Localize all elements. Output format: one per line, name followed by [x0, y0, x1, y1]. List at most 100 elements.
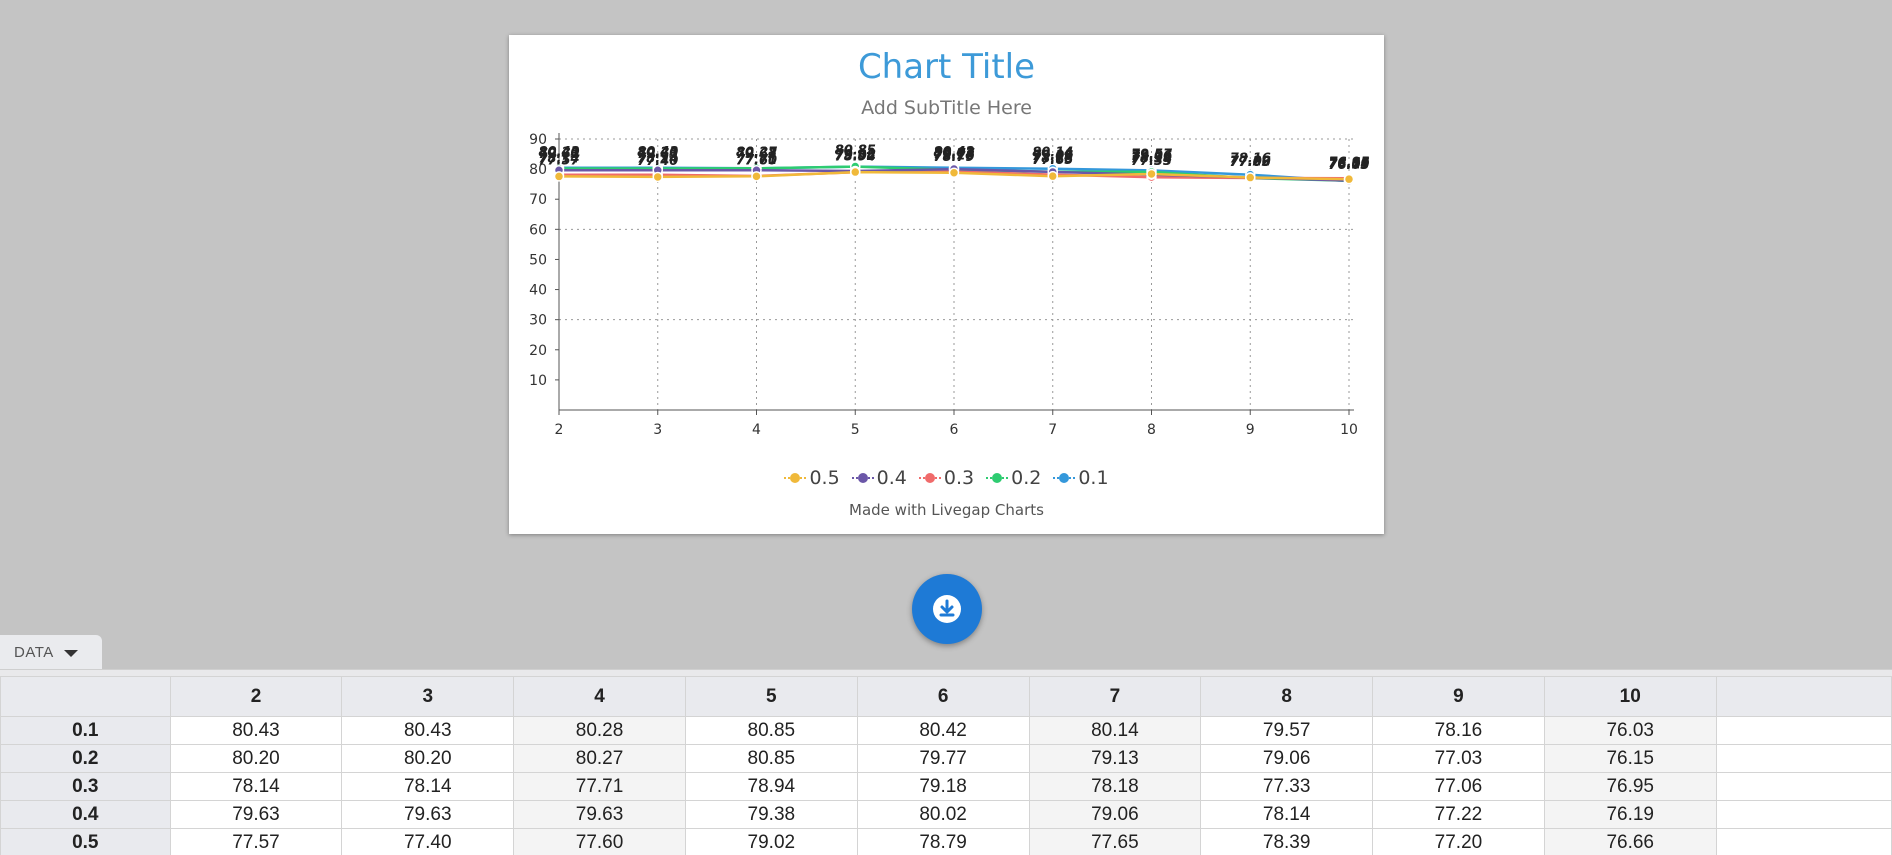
x-tick-label: 4 [752, 422, 761, 438]
table-row: 0.577.5777.4077.6079.0278.7977.6578.3977… [1, 829, 1892, 855]
table-cell-empty[interactable] [1716, 773, 1891, 801]
table-cell[interactable]: 76.03 [1544, 717, 1716, 745]
table-cell[interactable]: 79.13 [1029, 745, 1201, 773]
x-tick-label: 8 [1147, 422, 1156, 438]
table-cell-empty[interactable] [1716, 745, 1891, 773]
table-cell[interactable]: 79.18 [857, 773, 1029, 801]
data-point [1048, 172, 1057, 181]
column-header[interactable]: 3 [342, 677, 514, 717]
data-point [752, 172, 761, 181]
data-point [1345, 175, 1354, 184]
table-cell[interactable]: 80.85 [685, 745, 857, 773]
table-cell[interactable]: 78.94 [685, 773, 857, 801]
table-cell[interactable]: 77.22 [1373, 801, 1545, 829]
table-cell[interactable]: 78.79 [857, 829, 1029, 855]
table-cell[interactable]: 80.28 [514, 717, 686, 745]
row-header[interactable]: 0.5 [1, 829, 171, 855]
table-cell[interactable]: 78.39 [1201, 829, 1373, 855]
table-cell[interactable]: 78.14 [170, 773, 342, 801]
chart-card: Chart Title Add SubTitle Here 1020304050… [509, 35, 1384, 534]
data-point [851, 168, 860, 177]
table-cell[interactable]: 80.43 [170, 717, 342, 745]
column-header[interactable]: 2 [170, 677, 342, 717]
table-cell-empty[interactable] [1716, 801, 1891, 829]
table-cell[interactable]: 77.06 [1373, 773, 1545, 801]
table-cell[interactable]: 77.60 [514, 829, 686, 855]
table-cell[interactable]: 79.63 [170, 801, 342, 829]
legend-item[interactable]: 0.2 [986, 467, 1041, 489]
data-point [555, 172, 564, 181]
column-header[interactable]: 5 [685, 677, 857, 717]
table-cell[interactable]: 80.20 [170, 745, 342, 773]
table-cell[interactable]: 80.43 [342, 717, 514, 745]
data-table: 2345678910 0.180.4380.4380.2880.8580.428… [0, 676, 1892, 855]
table-cell[interactable]: 79.77 [857, 745, 1029, 773]
column-header[interactable]: 7 [1029, 677, 1201, 717]
column-header[interactable]: 4 [514, 677, 686, 717]
y-tick-label: 30 [529, 313, 547, 329]
row-header[interactable]: 0.4 [1, 801, 171, 829]
table-cell[interactable]: 77.03 [1373, 745, 1545, 773]
column-header[interactable]: 9 [1373, 677, 1545, 717]
table-cell[interactable]: 80.02 [857, 801, 1029, 829]
y-tick-label: 70 [529, 192, 547, 208]
column-header[interactable] [1716, 677, 1891, 717]
table-cell[interactable]: 79.57 [1201, 717, 1373, 745]
table-cell[interactable]: 79.38 [685, 801, 857, 829]
table-cell[interactable]: 80.27 [514, 745, 686, 773]
table-cell-empty[interactable] [1716, 829, 1891, 855]
legend-item[interactable]: 0.1 [1053, 467, 1108, 489]
table-cell[interactable]: 76.15 [1544, 745, 1716, 773]
legend-label: 0.5 [809, 467, 839, 489]
y-tick-label: 50 [529, 252, 547, 268]
y-tick-label: 40 [529, 283, 547, 299]
legend-label: 0.4 [877, 467, 907, 489]
table-cell[interactable]: 78.16 [1373, 717, 1545, 745]
data-label: 78.39 [1131, 151, 1172, 166]
legend-item[interactable]: 0.4 [852, 467, 907, 489]
column-header[interactable]: 8 [1201, 677, 1373, 717]
table-cell[interactable]: 76.66 [1544, 829, 1716, 855]
row-header[interactable]: 0.1 [1, 717, 171, 745]
table-cell-empty[interactable] [1716, 717, 1891, 745]
table-cell[interactable]: 78.18 [1029, 773, 1201, 801]
legend-label: 0.3 [944, 467, 974, 489]
data-label: 78.79 [933, 150, 974, 165]
download-button[interactable] [912, 574, 982, 644]
table-cell[interactable]: 80.14 [1029, 717, 1201, 745]
y-tick-label: 20 [529, 343, 547, 359]
table-cell[interactable]: 80.42 [857, 717, 1029, 745]
table-cell[interactable]: 77.65 [1029, 829, 1201, 855]
table-cell[interactable]: 79.06 [1201, 745, 1373, 773]
x-tick-label: 7 [1048, 422, 1057, 438]
table-cell[interactable]: 79.63 [514, 801, 686, 829]
table-cell[interactable]: 77.71 [514, 773, 686, 801]
table-cell[interactable]: 79.06 [1029, 801, 1201, 829]
data-label: 76.66 [1328, 156, 1369, 171]
table-cell[interactable]: 77.20 [1373, 829, 1545, 855]
data-label: 77.60 [736, 153, 777, 168]
legend-marker [784, 471, 806, 485]
legend-label: 0.2 [1011, 467, 1041, 489]
table-cell[interactable]: 78.14 [342, 773, 514, 801]
table-cell[interactable]: 76.19 [1544, 801, 1716, 829]
table-cell[interactable]: 77.33 [1201, 773, 1373, 801]
row-header[interactable]: 0.2 [1, 745, 171, 773]
legend-item[interactable]: 0.3 [919, 467, 974, 489]
x-tick-label: 2 [555, 422, 564, 438]
table-cell[interactable]: 77.57 [170, 829, 342, 855]
row-header[interactable]: 0.3 [1, 773, 171, 801]
table-cell[interactable]: 79.63 [342, 801, 514, 829]
table-cell[interactable]: 80.85 [685, 717, 857, 745]
table-cell[interactable]: 78.14 [1201, 801, 1373, 829]
data-tab[interactable]: DATA [0, 635, 102, 669]
column-header[interactable] [1, 677, 171, 717]
column-header[interactable]: 6 [857, 677, 1029, 717]
column-header[interactable]: 10 [1544, 677, 1716, 717]
legend-item[interactable]: 0.5 [784, 467, 839, 489]
table-cell[interactable]: 79.02 [685, 829, 857, 855]
table-cell[interactable]: 76.95 [1544, 773, 1716, 801]
table-cell[interactable]: 77.40 [342, 829, 514, 855]
table-cell[interactable]: 80.20 [342, 745, 514, 773]
legend-marker [1053, 471, 1075, 485]
